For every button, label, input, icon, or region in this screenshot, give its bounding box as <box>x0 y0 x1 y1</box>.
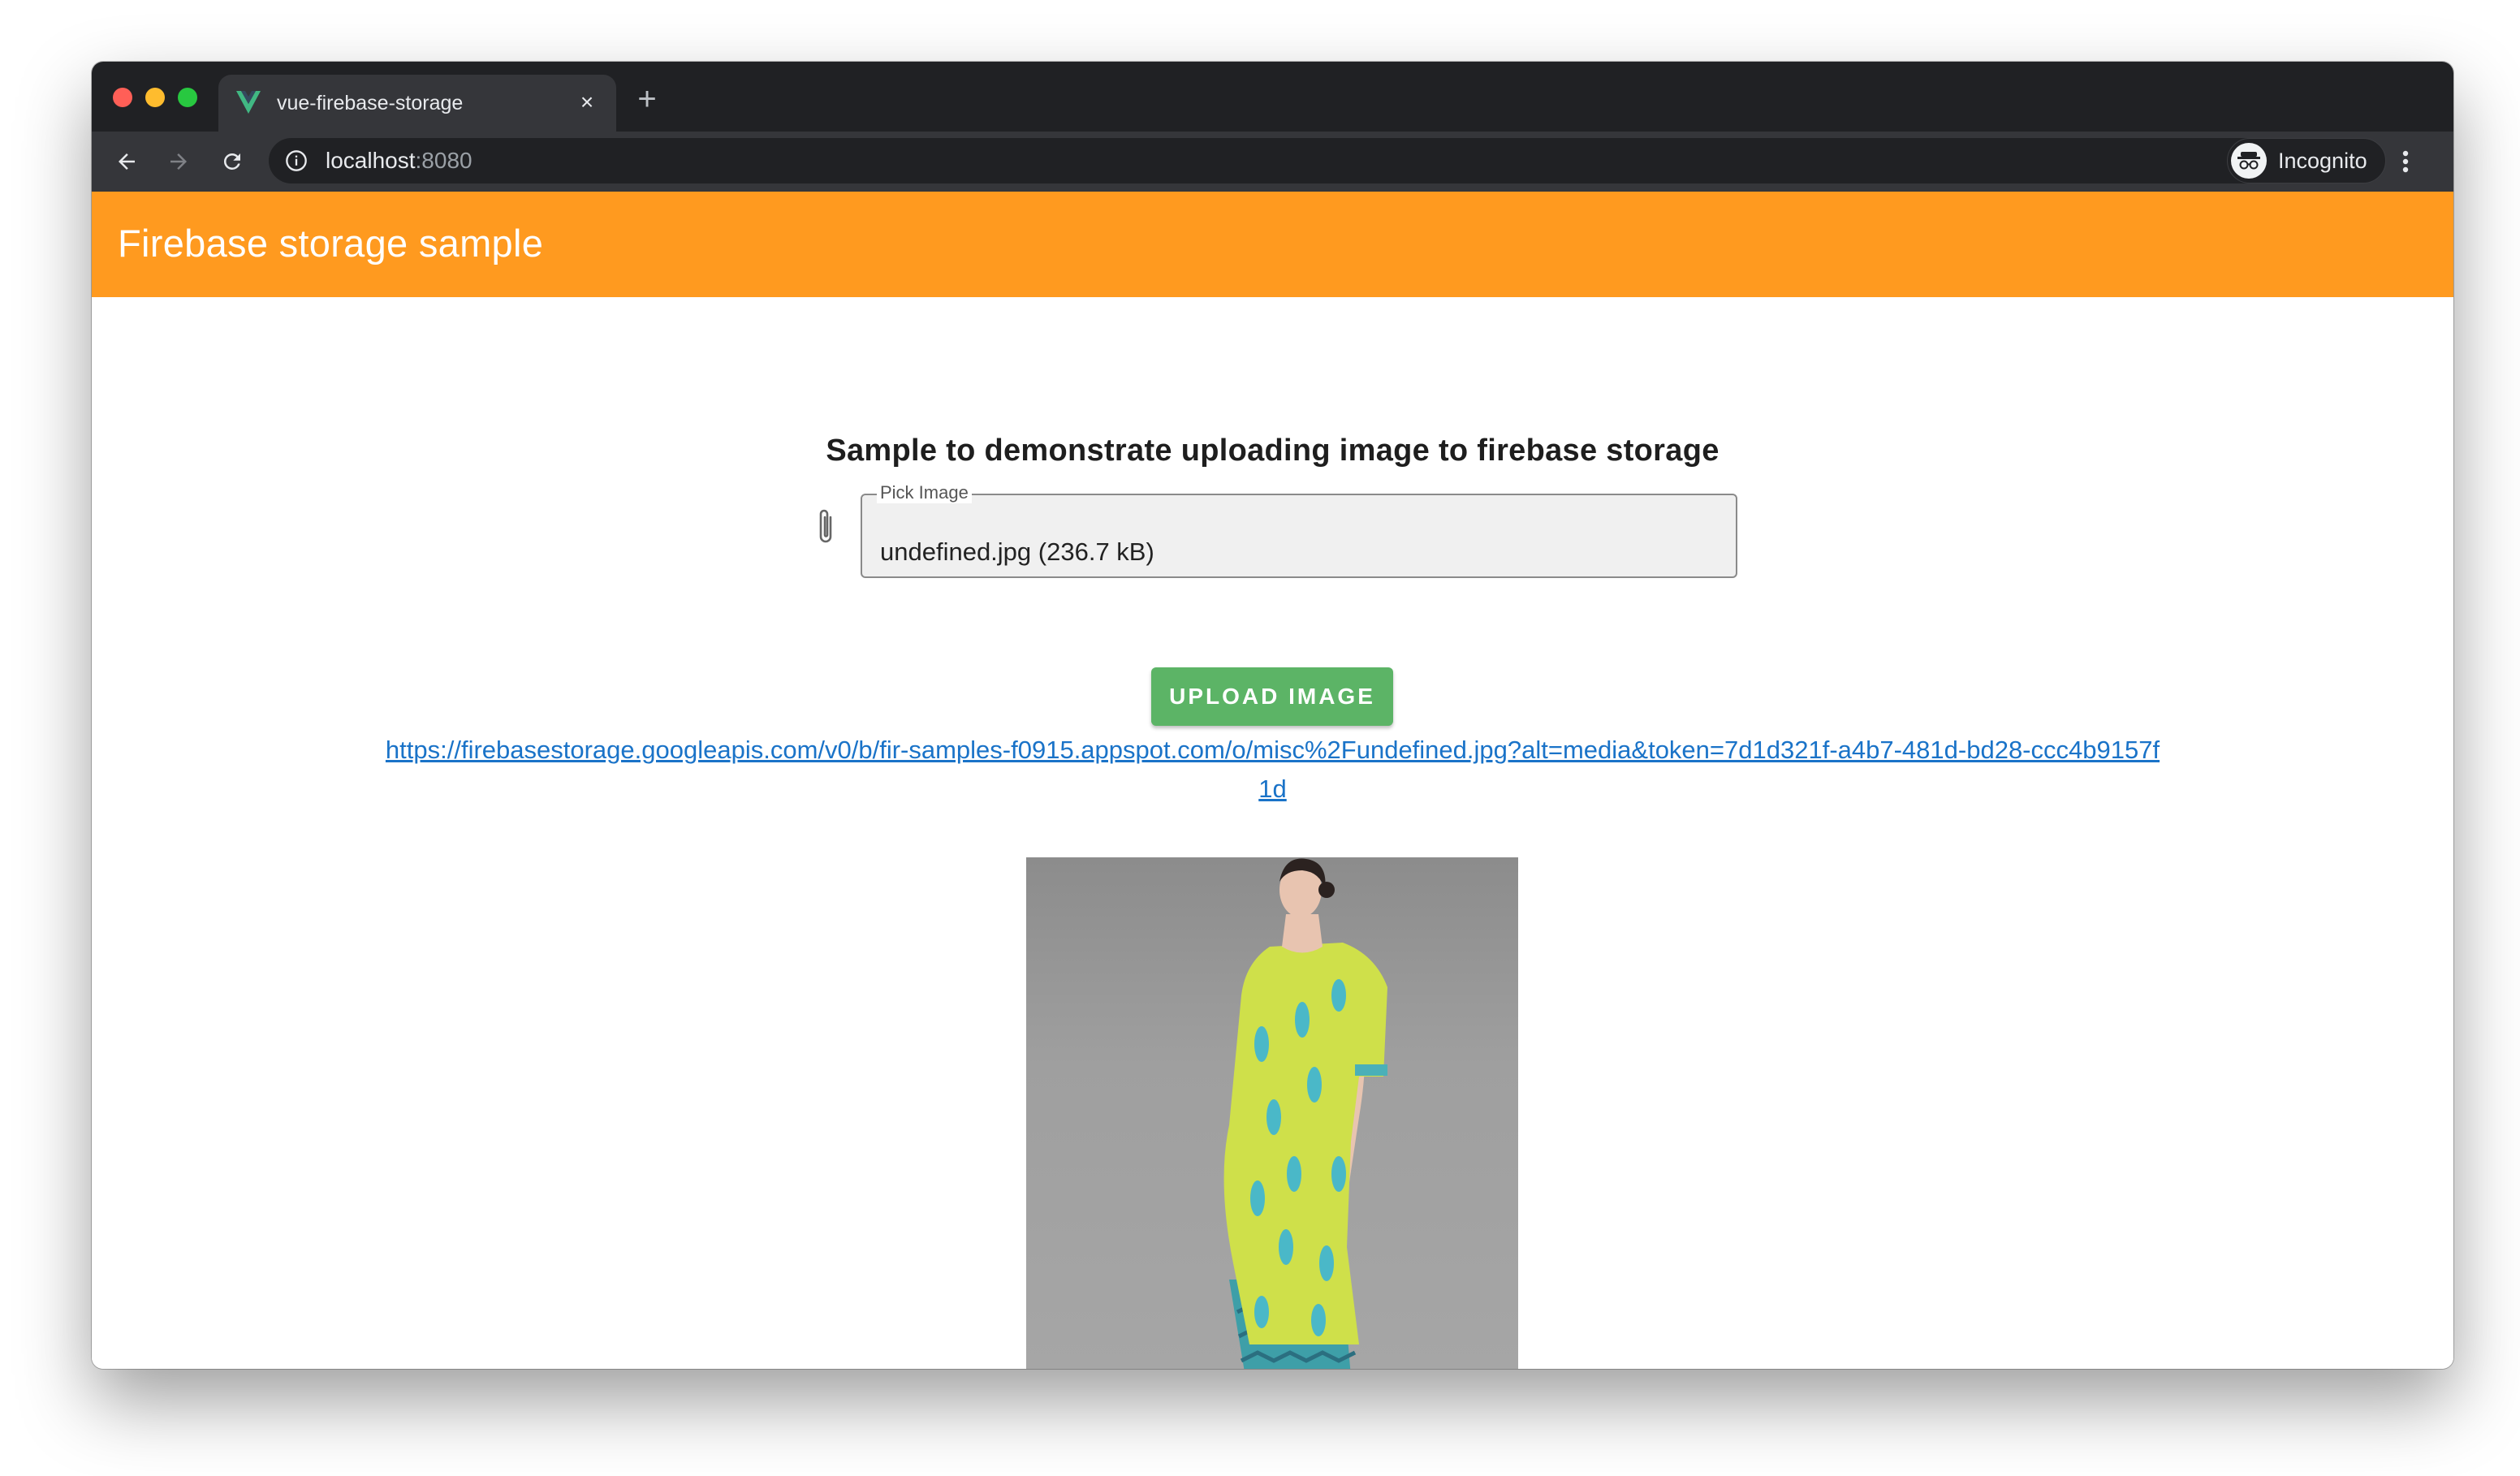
download-url-link[interactable]: https://firebasestorage.googleapis.com/v… <box>386 736 2160 803</box>
zoom-window-button[interactable] <box>178 88 197 107</box>
tab-vue-firebase-storage[interactable]: vue-firebase-storage × <box>218 75 616 132</box>
tab-strip: vue-firebase-storage × + <box>92 62 2453 132</box>
avatar <box>2231 143 2267 179</box>
file-input-value: undefined.jpg (236.7 kB) <box>880 537 1154 566</box>
reload-icon <box>223 153 240 170</box>
profile-label: Incognito <box>2278 149 2367 173</box>
incognito-profile-button[interactable]: Incognito <box>2227 138 2386 183</box>
info-icon[interactable] <box>285 149 308 172</box>
app-toolbar: Firebase storage sample <box>92 192 2453 297</box>
app-title: Firebase storage sample <box>118 222 544 265</box>
url-port: :8080 <box>415 148 472 173</box>
tab-title: vue-firebase-storage <box>277 92 464 114</box>
download-url-container: https://firebasestorage.googleapis.com/v… <box>384 731 2161 809</box>
file-input-label: Pick Image <box>877 482 972 503</box>
page-heading: Sample to demonstrate uploading image to… <box>826 434 1720 468</box>
uploaded-image-preview <box>1026 857 1518 1369</box>
url-host: localhost <box>326 148 416 173</box>
main-content: Sample to demonstrate uploading image to… <box>92 297 2453 1369</box>
close-window-button[interactable] <box>113 88 132 107</box>
vue-logo-icon <box>236 91 261 114</box>
back-arrow-icon <box>119 153 135 170</box>
browser-toolbar: localhost:8080 Incognito <box>92 132 2453 192</box>
preview-illustration <box>1223 858 1387 1369</box>
tab-close-icon[interactable]: × <box>572 88 602 117</box>
new-tab-button[interactable]: + <box>629 81 665 117</box>
paperclip-icon[interactable] <box>813 506 840 548</box>
minimize-window-button[interactable] <box>145 88 165 107</box>
reload-button[interactable] <box>214 143 251 180</box>
upload-image-button[interactable]: UPLOAD IMAGE <box>1151 667 1393 726</box>
pick-image-file-input[interactable]: Pick Image undefined.jpg (236.7 kB) <box>861 482 1737 578</box>
address-bar[interactable]: localhost:8080 <box>269 138 2298 183</box>
url-text[interactable]: localhost:8080 <box>326 148 472 174</box>
browser-window: vue-firebase-storage × + localhost:8080 … <box>92 62 2453 1369</box>
forward-button[interactable] <box>160 143 197 180</box>
back-button[interactable] <box>108 143 145 180</box>
incognito-icon <box>2237 152 2260 170</box>
more-vert-icon[interactable] <box>2393 141 2418 182</box>
forward-arrow-icon <box>170 153 187 170</box>
